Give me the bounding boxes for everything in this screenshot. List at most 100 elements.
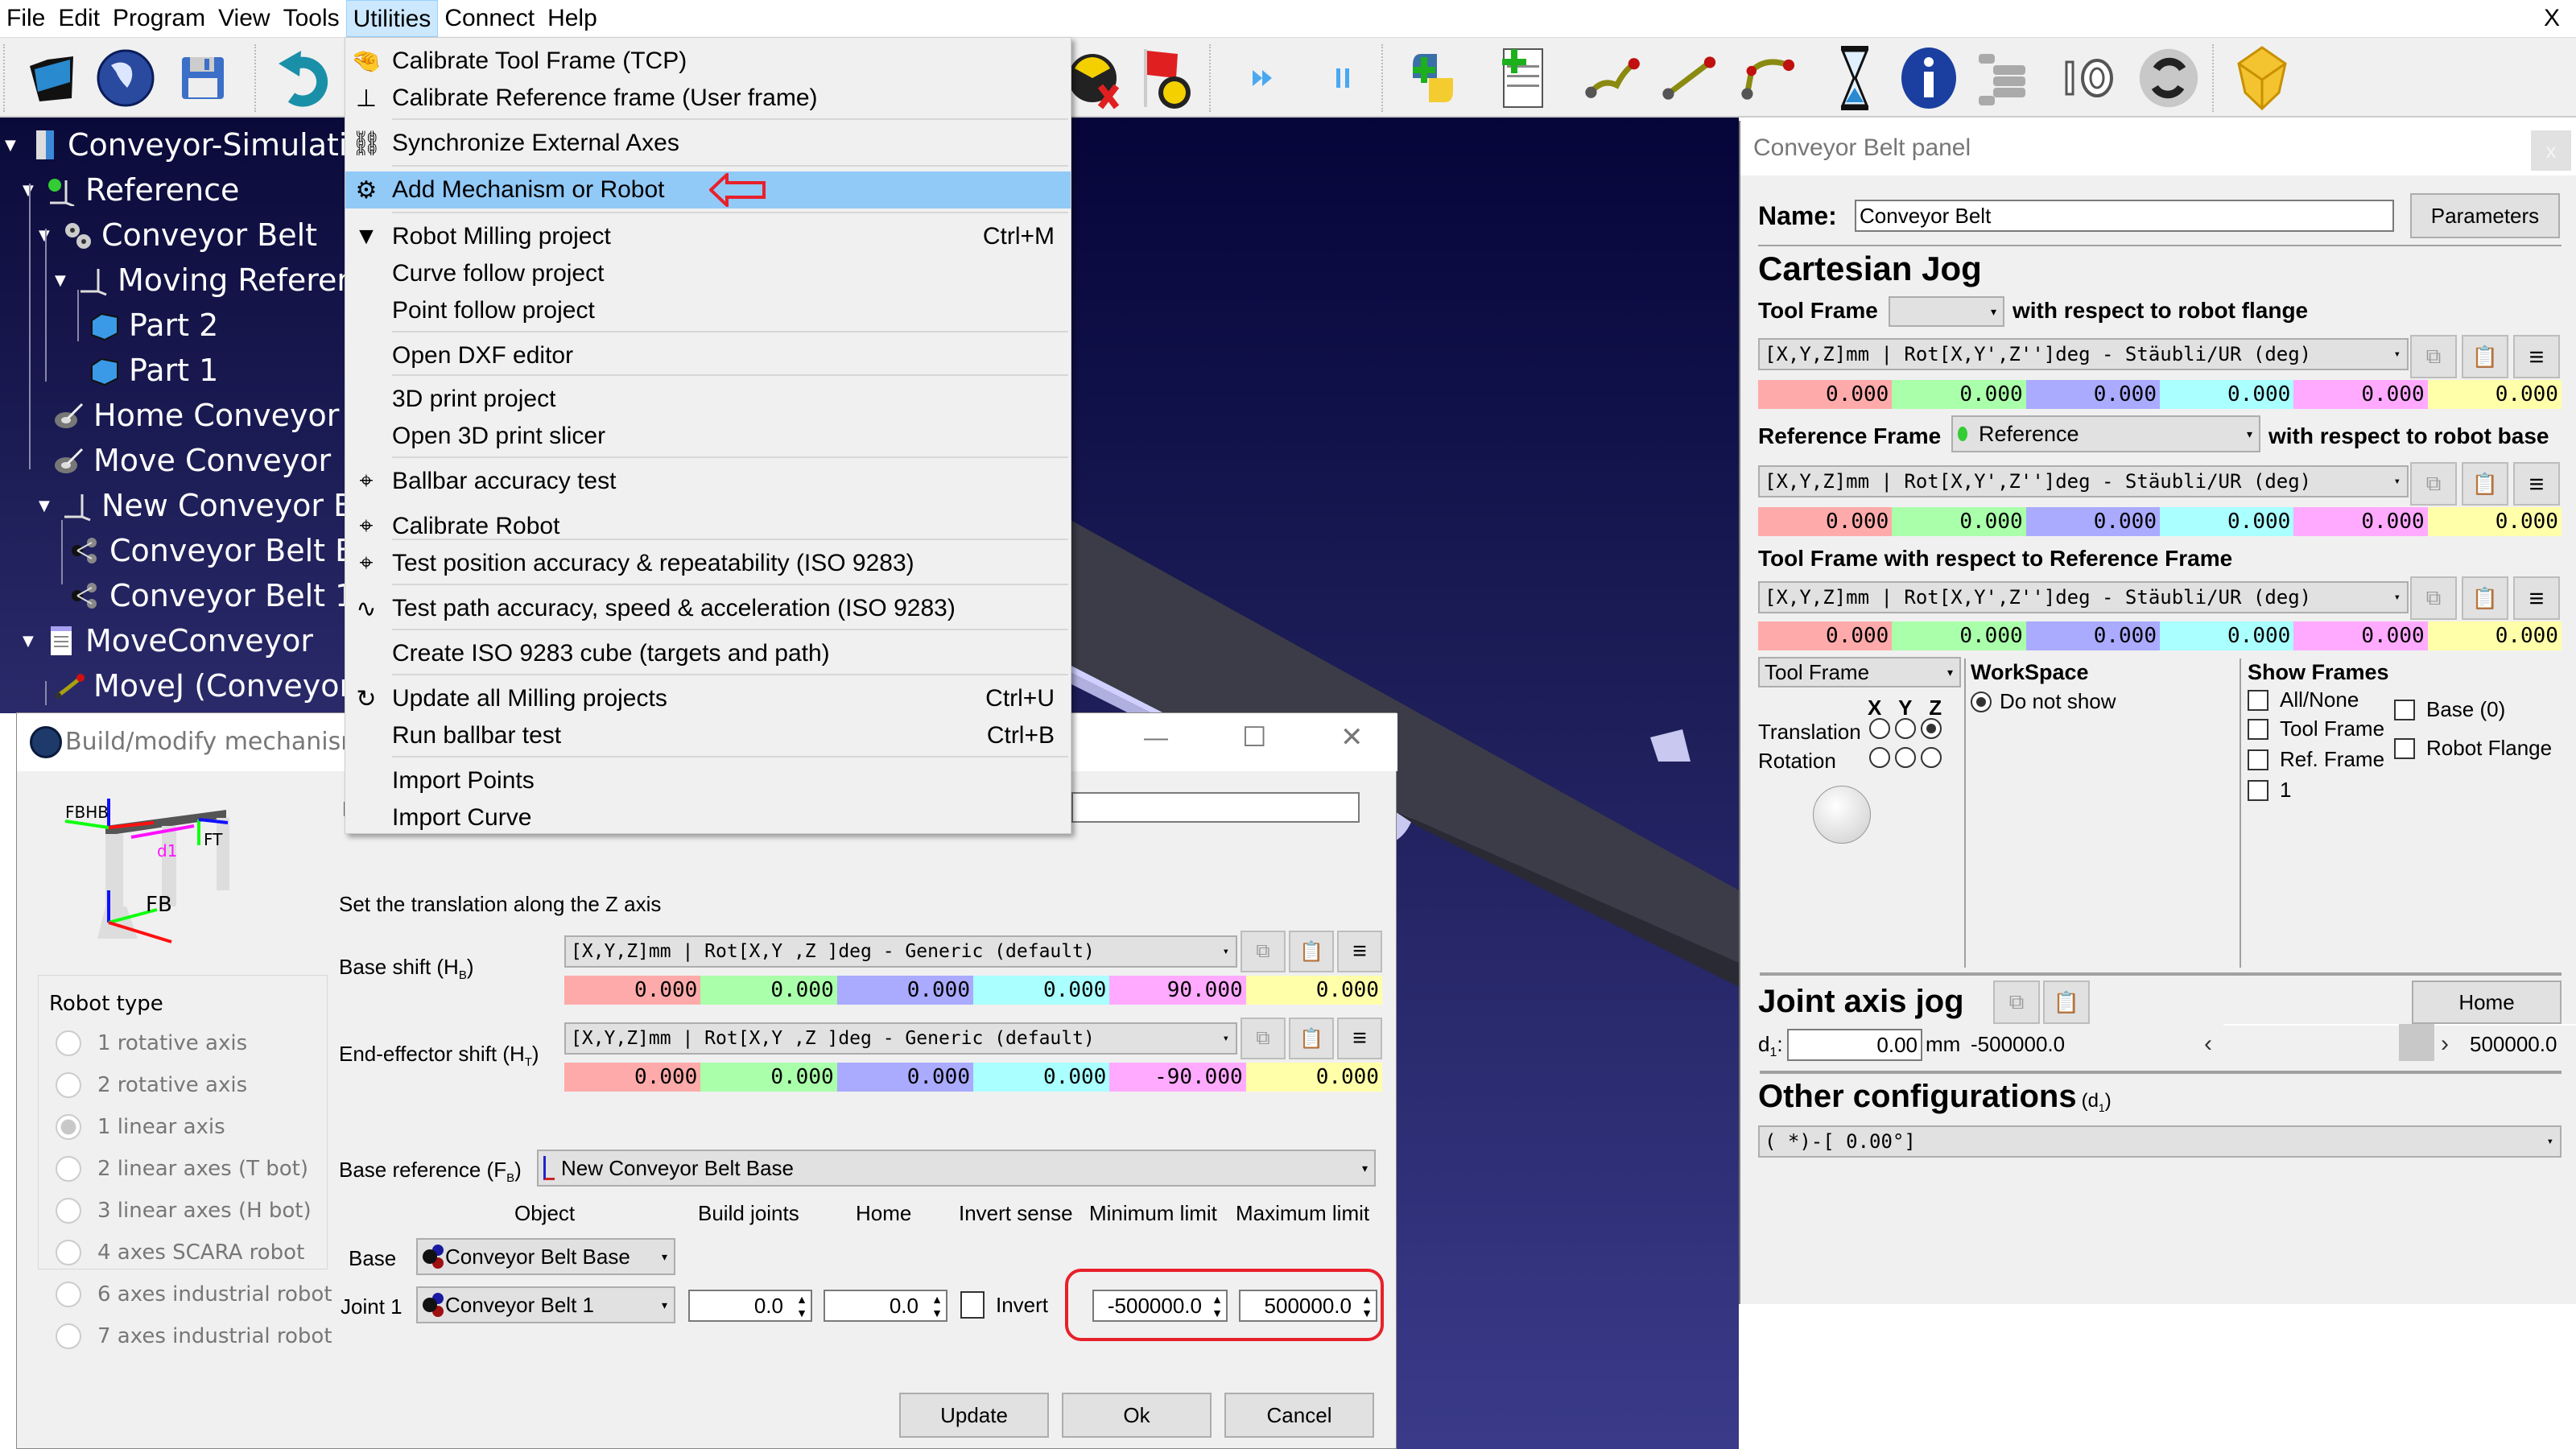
menu-item-create-iso-9283-cube-targets-and-path[interactable]: Create ISO 9283 cube (targets and path): [345, 635, 1071, 672]
pose-y[interactable]: 0.000: [1892, 507, 2026, 536]
show-base-checkbox[interactable]: Base (0): [2394, 697, 2505, 722]
pose-ry[interactable]: 0.000: [2293, 507, 2428, 536]
paste-pose-button[interactable]: 📋: [2462, 576, 2508, 620]
minimize-button[interactable]: —: [1144, 724, 1168, 752]
base-object-select[interactable]: Conveyor Belt Base ▾: [416, 1238, 675, 1275]
pose-rz[interactable]: 0.000: [2427, 621, 2562, 650]
menu-view[interactable]: View: [212, 0, 276, 37]
robot-type-option[interactable]: 4 axes SCARA robot: [56, 1240, 304, 1265]
ee-shift-rx[interactable]: 0.000: [972, 1063, 1110, 1092]
tree-item[interactable]: ▼ Conveyor Belt: [39, 213, 317, 258]
pose-y[interactable]: 0.000: [1892, 621, 2026, 650]
menu-button[interactable]: ≡: [2513, 335, 2560, 378]
pose-x[interactable]: 0.000: [1758, 507, 1893, 536]
paste-joints-button[interactable]: 📋: [2043, 980, 2090, 1024]
tree-item[interactable]: Home Conveyor: [52, 393, 339, 438]
radio-button[interactable]: [56, 1156, 81, 1182]
pose-format-select[interactable]: [X,Y,Z]mm | Rot[X,Y',Z'']deg - Stäubli/U…: [1758, 581, 2409, 613]
rotation-z-radio[interactable]: [1921, 747, 1942, 768]
add-program-icon[interactable]: [1491, 46, 1555, 110]
rotation-x-radio[interactable]: [1869, 747, 1890, 768]
undo-icon[interactable]: [270, 46, 335, 110]
expand-arrow-icon[interactable]: ▼: [23, 633, 39, 650]
tree-item[interactable]: ▼ MoveConveyor: [23, 618, 313, 663]
base-shift-ry[interactable]: 90.000: [1109, 976, 1246, 1005]
tree-item[interactable]: Part 1: [87, 348, 218, 393]
pose-rx[interactable]: 0.000: [2159, 621, 2294, 650]
ee-shift-y[interactable]: 0.000: [700, 1063, 837, 1092]
tree-item[interactable]: ▼ Reference: [23, 167, 239, 213]
workspace-radio[interactable]: [1971, 691, 1992, 712]
pose-y[interactable]: 0.000: [1892, 380, 2026, 409]
pose-rz[interactable]: 0.000: [2427, 507, 2562, 536]
base-reference-select[interactable]: New Conveyor Belt Base ▾: [537, 1150, 1376, 1187]
ee-shift-z[interactable]: 0.000: [836, 1063, 973, 1092]
invert-checkbox[interactable]: Invert: [960, 1291, 1048, 1319]
pose-z[interactable]: 0.000: [2025, 621, 2160, 650]
robot-name-input[interactable]: Conveyor Belt: [1855, 200, 2394, 232]
rotation-y-radio[interactable]: [1895, 747, 1916, 768]
refresh-icon[interactable]: [2136, 46, 2201, 110]
menu-connect[interactable]: Connect: [438, 0, 541, 37]
tree-item[interactable]: Conveyor Belt 1: [68, 573, 346, 618]
menu-item-test-path-accuracy-speed-acceleration-iso-9283[interactable]: ∿ Test path accuracy, speed & acceleratio…: [345, 590, 1071, 627]
spin-arrows-icon[interactable]: ▲ ▼: [931, 1293, 943, 1320]
robot-type-option[interactable]: 7 axes industrial robot: [56, 1323, 332, 1349]
menu-item-import-points[interactable]: Import Points: [345, 762, 1071, 799]
robot-type-option[interactable]: 1 rotative axis: [56, 1030, 247, 1056]
pose-z[interactable]: 0.000: [2025, 507, 2160, 536]
wait-icon[interactable]: [1823, 46, 1887, 110]
expand-arrow-icon[interactable]: ▼: [23, 182, 39, 199]
jog-frame-select[interactable]: Tool Frame ▾: [1758, 657, 1961, 687]
pose-format-select[interactable]: [X,Y,Z]mm | Rot[X,Y',Z'']deg - Stäubli/U…: [1758, 338, 2409, 370]
parameters-button[interactable]: Parameters: [2410, 193, 2560, 238]
io-icon[interactable]: [2058, 46, 2122, 110]
pose-z[interactable]: 0.000: [2025, 380, 2160, 409]
ee-shift-rz[interactable]: 0.000: [1245, 1063, 1382, 1092]
tree-item[interactable]: ▼ Moving Referenc: [55, 258, 346, 303]
menu-item-run-ballbar-test[interactable]: Run ballbar test Ctrl+B: [345, 717, 1071, 754]
joint-value-input[interactable]: 0.00: [1787, 1029, 1922, 1061]
close-button[interactable]: ✕: [1340, 721, 1364, 753]
home-spinbox[interactable]: 0.0 ▲ ▼: [824, 1290, 947, 1322]
menu-edit[interactable]: Edit: [52, 0, 106, 37]
menu-utilities[interactable]: Utilities: [345, 0, 439, 37]
pose-x[interactable]: 0.000: [1758, 621, 1893, 650]
ee-shift-x[interactable]: 0.000: [564, 1063, 701, 1092]
open-folder-icon[interactable]: [19, 46, 84, 110]
info-icon[interactable]: [1897, 46, 1961, 110]
menu-item-robot-milling-project[interactable]: ▼ Robot Milling project Ctrl+M: [345, 218, 1071, 255]
pose-format-select[interactable]: [X,Y,Z]mm | Rot[X,Y',Z'']deg - Stäubli/U…: [1758, 465, 2409, 497]
translation-z-radio[interactable]: [1921, 718, 1942, 739]
show-robot-flange-checkbox[interactable]: Robot Flange: [2394, 736, 2552, 761]
paste-pose-button[interactable]: 📋: [1289, 931, 1334, 972]
tree-item[interactable]: Conveyor Belt Ba: [68, 528, 346, 573]
copy-pose-button[interactable]: ⧉: [1241, 931, 1286, 972]
max-limit-spinbox[interactable]: 500000.0 ▲ ▼: [1239, 1290, 1377, 1322]
robot-type-option[interactable]: 2 rotative axis: [56, 1072, 247, 1098]
tree-item[interactable]: ▼ Conveyor-Simulatio: [5, 122, 346, 167]
fast-forward-icon[interactable]: [1232, 46, 1296, 110]
paste-pose-button[interactable]: 📋: [1289, 1018, 1334, 1059]
menu-item-synchronize-external-axes[interactable]: ⛓ Synchronize External Axes: [345, 125, 1071, 162]
tree-item[interactable]: Move Conveyor: [52, 438, 331, 483]
ee-shift-ry[interactable]: -90.000: [1109, 1063, 1246, 1092]
reference-frame-select[interactable]: Reference ▾: [1951, 415, 2260, 452]
update-button[interactable]: Update: [899, 1393, 1049, 1438]
slider-right-arrow-icon[interactable]: ›: [2441, 1030, 2449, 1058]
menu-item-update-all-milling-projects[interactable]: ↻ Update all Milling projects Ctrl+U: [345, 680, 1071, 717]
menu-button[interactable]: ≡: [1337, 1018, 1382, 1059]
movec-icon[interactable]: [1737, 46, 1802, 110]
show-ref-frame-checkbox[interactable]: Ref. Frame: [2248, 747, 2384, 772]
show-frame-1-checkbox[interactable]: 1: [2248, 778, 2291, 803]
copy-pose-button[interactable]: ⧉: [2410, 576, 2457, 620]
pose-rz[interactable]: 0.000: [2427, 380, 2562, 409]
end-effector-format-select[interactable]: [X,Y,Z]mm | Rot[X,Y ,Z ]deg - Generic (d…: [564, 1022, 1237, 1055]
pause-icon[interactable]: [1311, 46, 1375, 110]
base-shift-y[interactable]: 0.000: [700, 976, 837, 1005]
menu-item-open-3d-print-slicer[interactable]: Open 3D print slicer: [345, 418, 1071, 455]
expand-arrow-icon[interactable]: ▼: [55, 272, 71, 289]
tree-item[interactable]: Part 2: [87, 303, 218, 348]
menu-item-open-dxf-editor[interactable]: Open DXF editor: [345, 337, 1071, 374]
copy-pose-button[interactable]: ⧉: [2410, 462, 2457, 506]
